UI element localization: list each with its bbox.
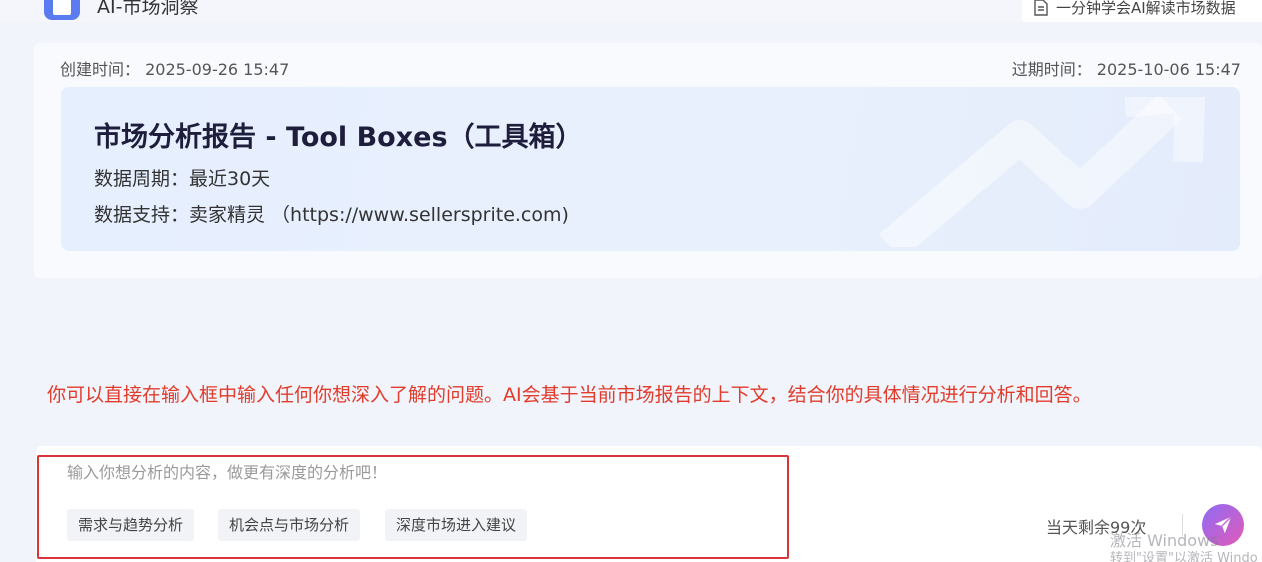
document-icon [1034, 0, 1048, 16]
trend-arrow-decoration [879, 97, 1205, 247]
report-banner: 市场分析报告 - Tool Boxes（工具箱） 数据周期：最近30天 数据支持… [61, 87, 1240, 251]
expire-time: 过期时间： 2025-10-06 15:47 [1011, 60, 1241, 79]
data-source: 数据支持：卖家精灵 （https://www.sellersprite.com) [94, 204, 569, 226]
app-title: AI-市场洞察 [97, 0, 199, 18]
report-title: 市场分析报告 - Tool Boxes（工具箱） [94, 122, 583, 153]
guide-link[interactable]: 一分钟学会AI解读市场数据 [1022, 0, 1262, 22]
report-card: 创建时间： 2025-09-26 15:47 过期时间： 2025-10-06 … [34, 43, 1262, 278]
guide-link-label: 一分钟学会AI解读市场数据 [1056, 0, 1236, 17]
windows-activation-hint: 转到"设置"以激活 Windo [1110, 551, 1258, 562]
created-time: 创建时间： 2025-09-26 15:47 [60, 60, 290, 79]
top-bar: AI-市场洞察 一分钟学会AI解读市场数据 [0, 0, 1262, 22]
chart-icon [44, 0, 80, 20]
suggestion-market-entry[interactable]: 深度市场进入建议 [385, 509, 528, 541]
suggestion-opportunity[interactable]: 机会点与市场分析 [218, 509, 361, 541]
chat-input-panel: 需求与趋势分析 机会点与市场分析 深度市场进入建议 当天剩余99次 [36, 446, 1262, 562]
suggestion-demand-trend[interactable]: 需求与趋势分析 [67, 509, 195, 541]
data-period: 数据周期：最近30天 [94, 168, 271, 190]
chat-input[interactable] [67, 458, 767, 486]
hint-text: 你可以直接在输入框中输入任何你想深入了解的问题。AI会基于当前市场报告的上下文，… [47, 384, 1092, 406]
